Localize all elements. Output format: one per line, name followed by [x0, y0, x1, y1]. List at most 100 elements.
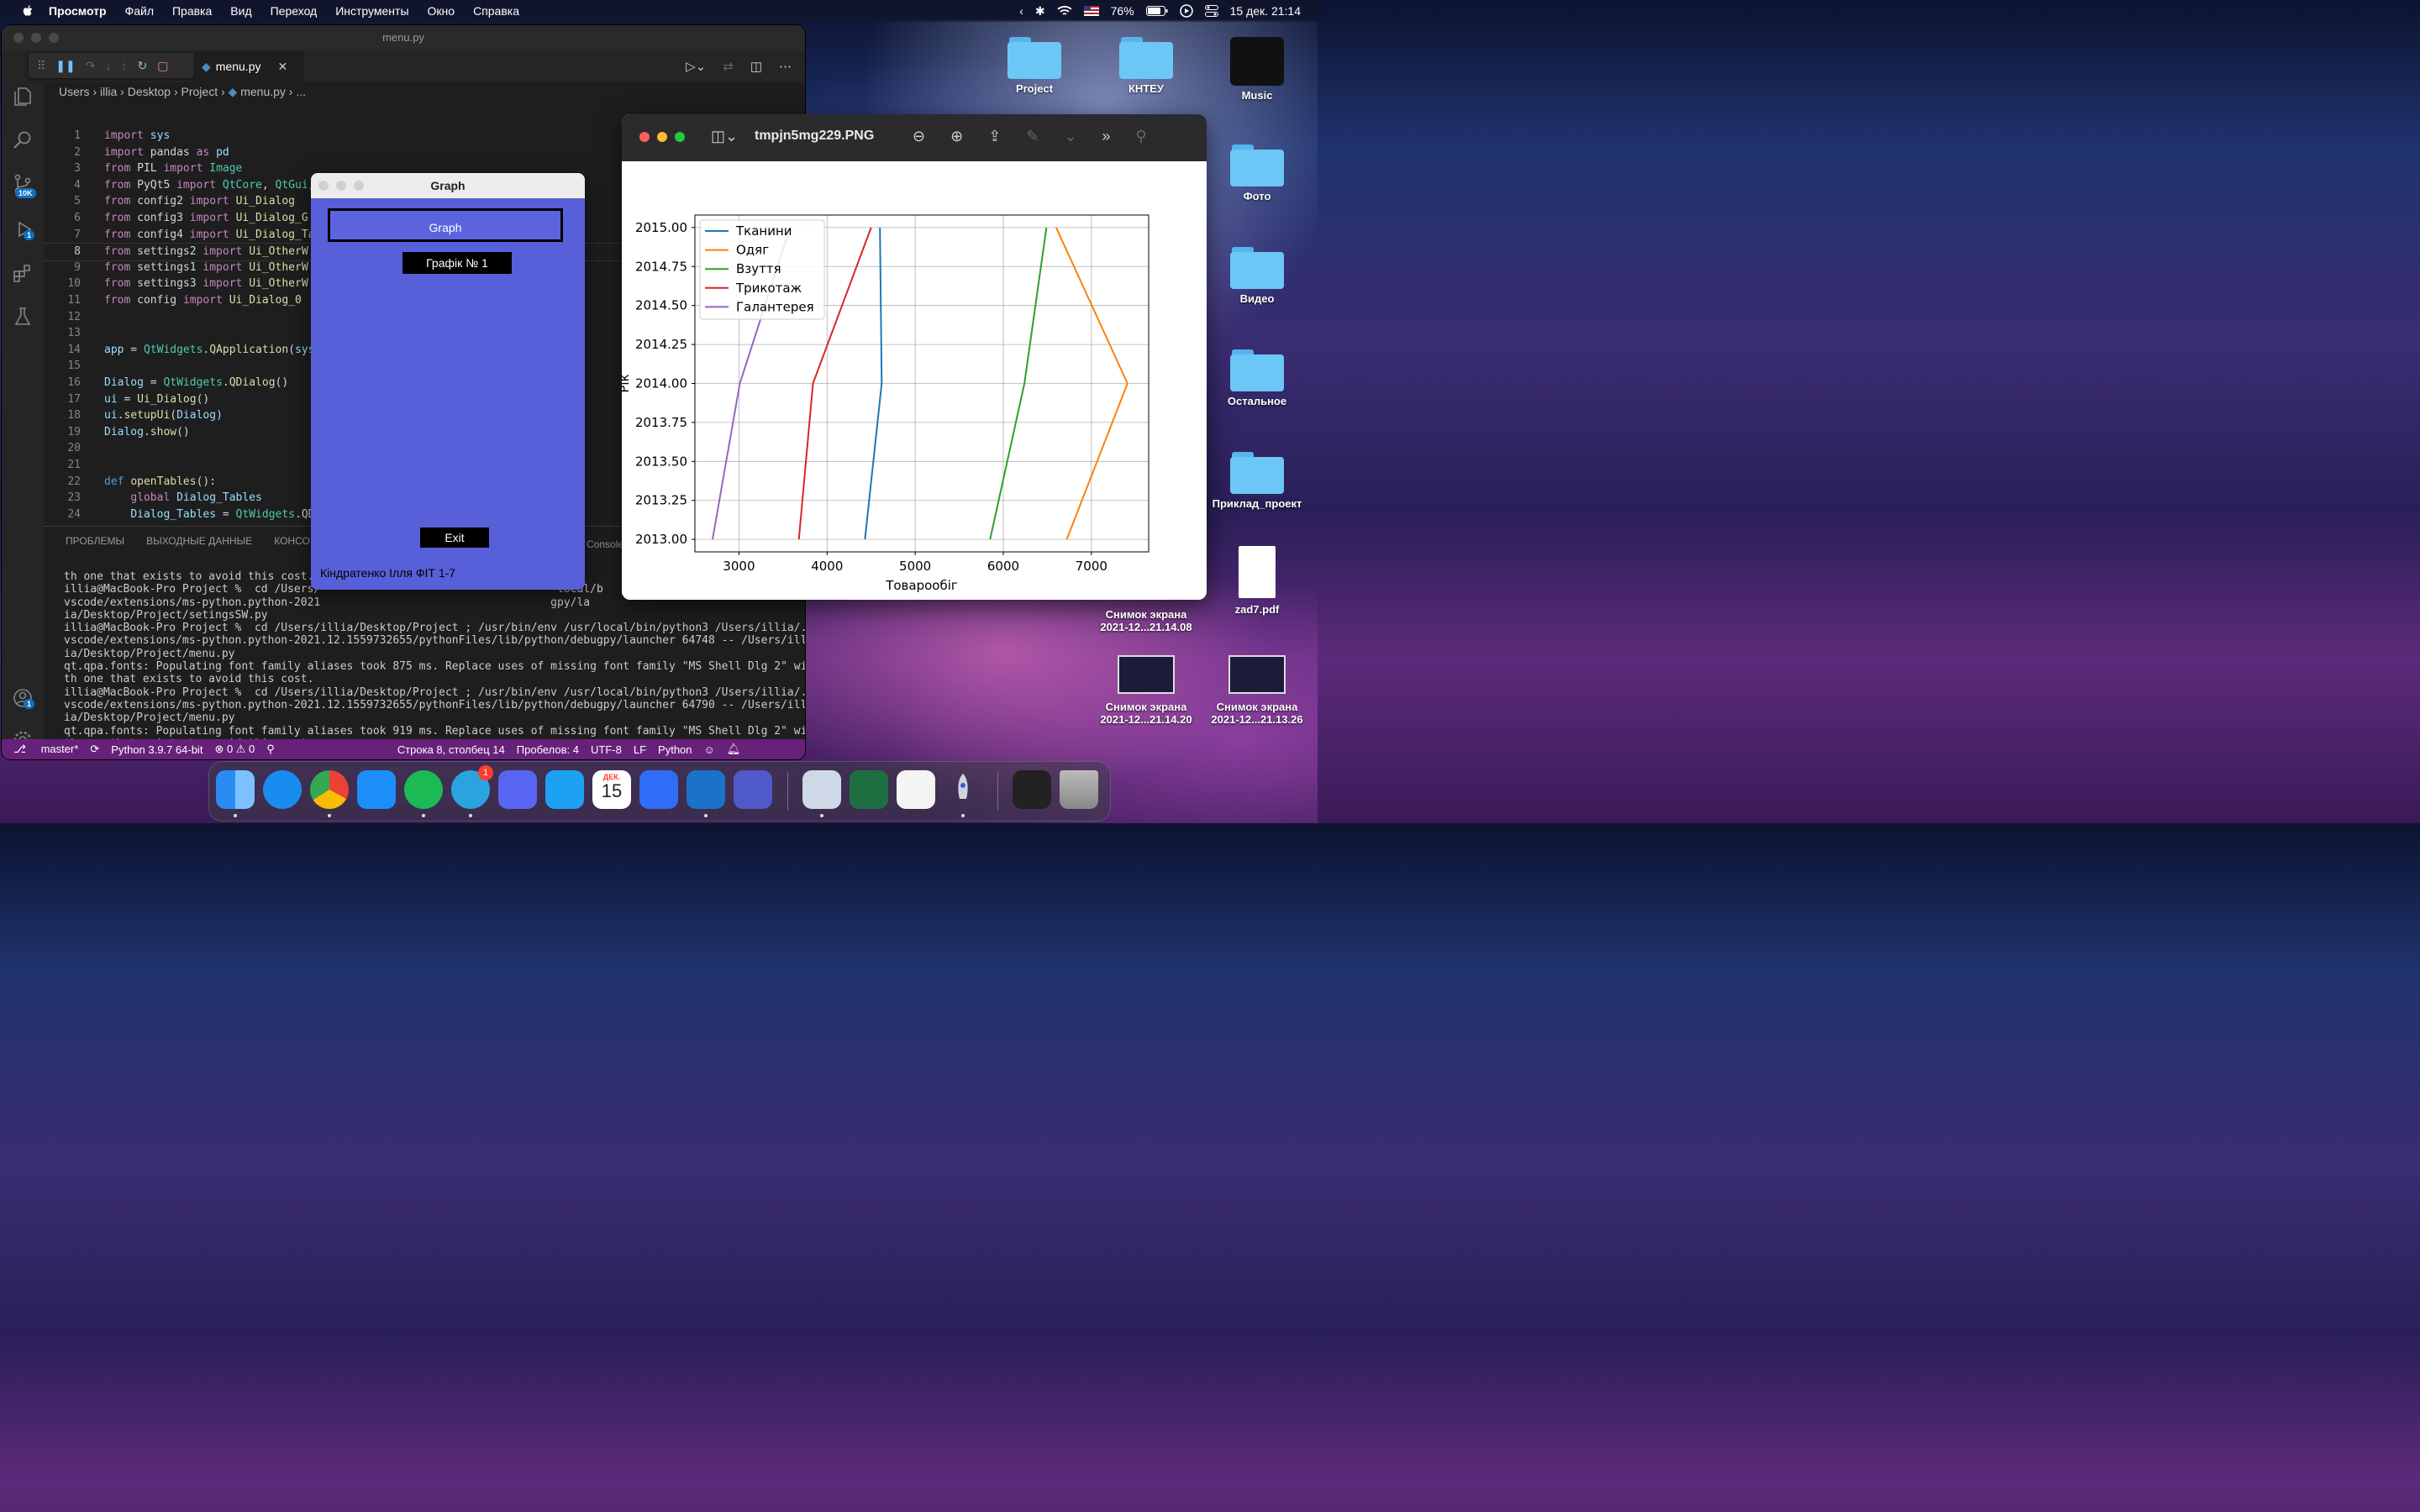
preview-zoom-button[interactable] — [675, 132, 685, 142]
minimize-button[interactable] — [31, 33, 41, 43]
more-actions-icon[interactable]: ⋯ — [779, 59, 792, 74]
rocket-icon[interactable] — [944, 770, 982, 809]
notifications-icon[interactable]: 🔔︎ — [727, 743, 741, 756]
step-into-icon[interactable]: ↓ — [105, 59, 111, 72]
vscode-icon[interactable] — [687, 770, 725, 809]
search-icon[interactable]: ⚲ — [1135, 128, 1146, 145]
discord-icon[interactable] — [498, 770, 537, 809]
desktop-folder-music[interactable]: Music — [1207, 37, 1307, 102]
graph-1-button[interactable]: Графік № 1 — [402, 252, 512, 274]
zoom-in-icon[interactable]: ⊕ — [950, 128, 963, 145]
twitter-icon[interactable] — [545, 770, 584, 809]
search-icon[interactable] — [12, 129, 34, 151]
preview-close-button[interactable] — [639, 132, 650, 142]
breadcrumb-project[interactable]: Project — [182, 85, 218, 98]
menu-view[interactable]: Вид — [230, 4, 251, 18]
breadcrumb-users[interactable]: Users — [59, 85, 90, 98]
menu-app-name[interactable]: Просмотр — [49, 4, 107, 18]
app-store-icon[interactable] — [357, 770, 396, 809]
split-editor-icon[interactable]: ◫ — [750, 59, 762, 74]
desktop-folder-example-project[interactable]: Приклад_проект — [1207, 452, 1307, 510]
problems-count[interactable]: ⊗ 0 ⚠ 0 — [214, 743, 255, 756]
exit-button[interactable]: Exit — [420, 528, 489, 548]
menu-window[interactable]: Окно — [428, 4, 455, 18]
toolbar-overflow-icon[interactable]: » — [1102, 128, 1110, 145]
finder-icon[interactable] — [216, 770, 255, 809]
desktop-folder-project[interactable]: Project — [984, 37, 1085, 95]
calendar-icon[interactable]: ДЕК. 15 — [592, 770, 631, 809]
breadcrumb-desktop[interactable]: Desktop — [128, 85, 171, 98]
cursor-position[interactable]: Строка 8, столбец 14 — [397, 743, 505, 756]
teams-icon[interactable] — [734, 770, 772, 809]
step-out-icon[interactable]: ↑ — [121, 59, 127, 72]
markup-icon[interactable]: ✎ — [1026, 128, 1039, 145]
wifi-icon[interactable] — [1057, 5, 1072, 17]
desktop-folder-photo[interactable]: Фото — [1207, 144, 1307, 202]
step-over-icon[interactable]: ↷ — [86, 59, 96, 73]
zoom-out-icon[interactable]: ⊖ — [913, 128, 925, 145]
flag-icon[interactable] — [1083, 6, 1099, 16]
desktop-folder-kneu[interactable]: КНТЕУ — [1096, 37, 1197, 95]
chevron-left-icon[interactable]: ‹ — [1019, 4, 1023, 18]
dialog-close-button[interactable] — [318, 181, 329, 191]
close-tab-icon[interactable]: ✕ — [277, 60, 287, 74]
excel-icon[interactable] — [850, 770, 888, 809]
feedback-icon[interactable]: ☺ — [704, 743, 715, 756]
textedit-icon[interactable] — [897, 770, 935, 809]
extensions-icon[interactable] — [12, 262, 34, 284]
tab-menu-py[interactable]: ◆ menu.py ✕ — [193, 50, 304, 82]
branch-status[interactable]: ⎇ master* — [13, 743, 78, 756]
preview-minimize-button[interactable] — [657, 132, 667, 142]
breadcrumb-file[interactable]: menu.py — [240, 85, 286, 98]
run-file-icon[interactable]: ▷⌄ — [686, 59, 706, 74]
dialog-zoom-button[interactable] — [354, 181, 364, 191]
desktop-screenshot-3[interactable]: Снимок экрана 2021-12...21.13.26 — [1207, 655, 1307, 726]
apple-icon[interactable] — [20, 3, 35, 18]
safari-icon[interactable] — [263, 770, 302, 809]
desktop-screenshot-1[interactable]: Снимок экрана 2021-12...21.14.08 — [1096, 608, 1197, 633]
trash-icon[interactable] — [1060, 770, 1098, 809]
markup-menu-chevron-icon[interactable]: ⌄ — [1064, 128, 1076, 145]
control-center-icon[interactable] — [1204, 5, 1218, 17]
breadcrumb-illia[interactable]: illia — [100, 85, 117, 98]
desktop-folder-video[interactable]: Видео — [1207, 247, 1307, 305]
screenshots-stack-icon[interactable] — [1013, 770, 1051, 809]
python-interpreter[interactable]: Python 3.9.7 64-bit — [111, 743, 203, 756]
restart-icon[interactable]: ↻ — [137, 59, 147, 73]
menu-edit[interactable]: Правка — [172, 4, 212, 18]
chrome-icon[interactable] — [310, 770, 349, 809]
debug-launch-icon[interactable]: ⚲ — [266, 743, 275, 756]
close-button[interactable] — [13, 33, 24, 43]
now-playing-icon[interactable] — [1179, 4, 1193, 18]
tab-output[interactable]: ВЫХОДНЫЕ ДАННЫЕ — [146, 535, 252, 547]
share-icon[interactable]: ⇪ — [988, 128, 1001, 145]
menu-go[interactable]: Переход — [271, 4, 318, 18]
spark-icon[interactable] — [639, 770, 678, 809]
sync-icon[interactable]: ⟳ — [90, 743, 99, 756]
line-endings[interactable]: LF — [634, 743, 646, 756]
menu-file[interactable]: Файл — [125, 4, 154, 18]
encoding[interactable]: UTF-8 — [591, 743, 622, 756]
tab-console[interactable]: Console — [587, 538, 623, 550]
testing-icon[interactable] — [12, 306, 34, 328]
battery-icon[interactable] — [1145, 6, 1168, 16]
preview-app-icon[interactable] — [802, 770, 841, 809]
tab-problems[interactable]: ПРОБЛЕМЫ — [66, 535, 124, 547]
zoom-button[interactable] — [49, 33, 59, 43]
spotify-icon[interactable] — [404, 770, 443, 809]
dialog-minimize-button[interactable] — [336, 181, 346, 191]
indentation[interactable]: Пробелов: 4 — [517, 743, 579, 756]
language-mode[interactable]: Python — [658, 743, 692, 756]
drag-handle-icon[interactable]: ⠿ — [37, 59, 45, 73]
explorer-icon[interactable] — [12, 86, 34, 108]
bluetooth-icon[interactable]: ✱ — [1035, 4, 1045, 18]
clock[interactable]: 15 дек. 21:14 — [1230, 4, 1301, 18]
menu-tools[interactable]: Инструменты — [335, 4, 408, 18]
pause-icon[interactable]: ❚❚ — [55, 59, 75, 73]
desktop-screenshot-2[interactable]: Снимок экрана 2021-12...21.14.20 — [1096, 655, 1197, 726]
desktop-file-zad7[interactable]: zad7.pdf — [1207, 546, 1307, 616]
stop-icon[interactable]: ▢ — [157, 59, 168, 73]
menu-help[interactable]: Справка — [473, 4, 519, 18]
tab-debug-console[interactable]: КОНСО — [274, 535, 310, 547]
breadcrumb-more[interactable]: ... — [296, 85, 306, 98]
